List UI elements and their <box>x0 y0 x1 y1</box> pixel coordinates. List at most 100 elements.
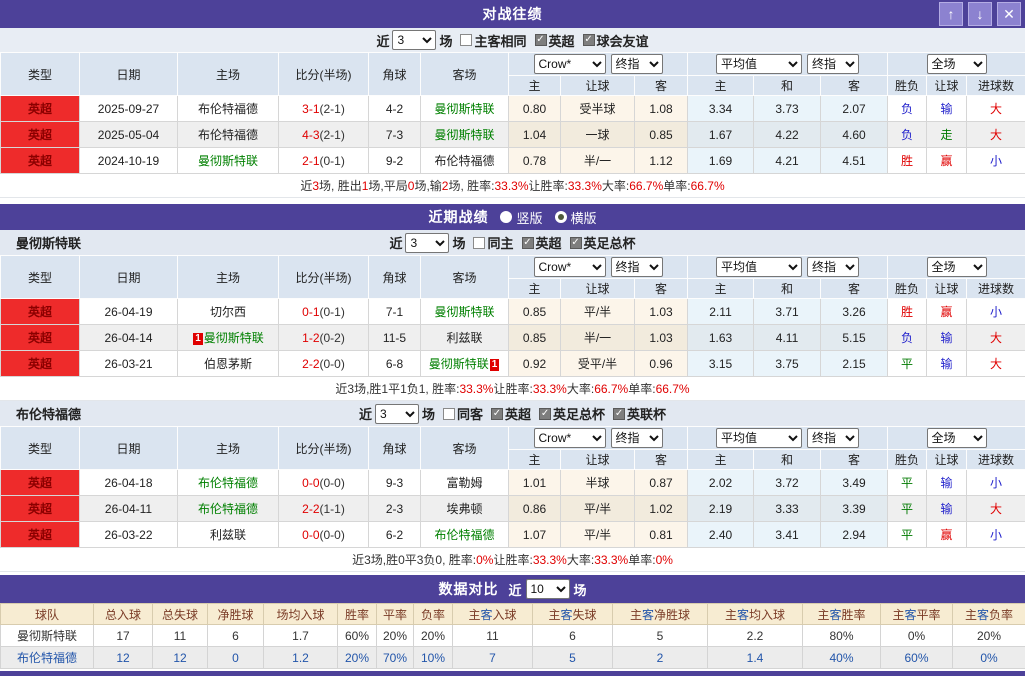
result-value: 胜 <box>901 154 914 168</box>
team-name: 利兹联 <box>446 331 483 345</box>
games-label: 场 <box>421 407 435 422</box>
odds-source-header: 全场 <box>887 52 1025 76</box>
compare-count-select[interactable]: 10 <box>525 579 570 599</box>
half-score: (0-0) <box>319 475 345 490</box>
filter-checkbox-0[interactable]: 主客相同 <box>460 31 527 50</box>
result-value: 平 <box>901 357 914 371</box>
sub-column-header: 和 <box>753 278 822 299</box>
bookmaker-select[interactable]: Crow* <box>533 428 606 448</box>
radio-label: 横版 <box>570 210 597 226</box>
average-select[interactable]: 平均值 <box>716 428 803 448</box>
full-score: 0-0 <box>302 475 320 490</box>
down-arrow-icon: ↓ <box>976 6 984 22</box>
book-final-odds-select[interactable]: 终指 <box>610 54 663 74</box>
layout-radio-0[interactable]: 竖版 <box>500 208 543 227</box>
checkbox-label: 英超 <box>505 407 532 422</box>
filter-controls: 近 3 场同客 ✓ 英超 ✓ 英足总杯 ✓ 英联杯 <box>359 403 666 424</box>
compare-value-cell: 12 <box>93 646 153 669</box>
book-final-odds-select[interactable]: 终指 <box>610 257 663 277</box>
compare-column-header: 球队 <box>0 603 94 625</box>
compare-value-cell: 0 <box>207 646 264 669</box>
date-cell: 2025-05-04 <box>79 121 178 148</box>
away-odds-cell: 1.03 <box>633 324 689 351</box>
summary-segment: 单率: <box>663 179 691 193</box>
summary-segment: 大率: <box>566 553 595 567</box>
team-name: 曼彻斯特联 <box>428 357 489 371</box>
avg-final-odds-select[interactable]: 终指 <box>807 257 860 277</box>
corner-cell: 7-1 <box>368 298 421 325</box>
sub-column-header: 进球数 <box>966 278 1025 299</box>
compare-value-cell: 6 <box>207 624 264 647</box>
filter-checkbox-2[interactable]: ✓ 英足总杯 <box>539 404 605 423</box>
book-final-odds-select[interactable]: 终指 <box>610 428 663 448</box>
date-cell: 2025-09-27 <box>79 95 178 122</box>
score-cell: 1-2(0-2) <box>278 324 369 351</box>
filter-checkbox-2[interactable]: ✓ 英足总杯 <box>569 233 636 252</box>
avg-home-cell: 2.02 <box>687 469 755 496</box>
handicap-result-cell: 赢 <box>926 521 968 548</box>
average-select[interactable]: 平均值 <box>716 54 803 74</box>
filter-checkbox-0[interactable]: 同主 <box>473 233 514 252</box>
sub-column-header: 客 <box>633 75 689 96</box>
filter-checkbox-2[interactable]: ✓ 球会友谊 <box>582 31 649 50</box>
summary-segment: 1 <box>361 178 369 193</box>
move-up-button[interactable]: ↑ <box>939 2 963 26</box>
compare-column-header: 场均入球 <box>263 603 338 625</box>
avg-away-cell: 4.51 <box>820 147 889 174</box>
recent-count-select[interactable]: 3 <box>374 403 419 424</box>
filter-checkbox-0[interactable]: 同客 <box>442 404 483 423</box>
compare-column-header: 主客平率 <box>880 603 953 625</box>
manutd-filter-row: 曼彻斯特联近 3 场同主 ✓ 英超 ✓ 英足总杯 <box>0 230 1025 255</box>
average-select[interactable]: 平均值 <box>716 257 803 277</box>
close-button[interactable]: ✕ <box>997 2 1021 26</box>
sub-column-header: 胜负 <box>887 75 928 96</box>
summary-segment: 66.7% <box>594 381 629 396</box>
match-result-cell: 平 <box>887 469 928 496</box>
half-score: (2-1) <box>319 127 345 142</box>
avg-final-odds-select[interactable]: 终指 <box>807 54 860 74</box>
handicap-cell: 半球 <box>560 469 635 496</box>
result-value: 走 <box>940 128 953 142</box>
goals-result-cell: 大 <box>966 324 1025 351</box>
sub-column-header: 主 <box>508 449 561 470</box>
sub-column-header: 让球 <box>560 449 635 470</box>
layout-radio-1[interactable]: 横版 <box>554 208 597 227</box>
recent-count-select[interactable]: 3 <box>392 30 437 50</box>
scope-select[interactable]: 全场 <box>926 54 987 74</box>
half-score: (0-2) <box>319 330 345 345</box>
odds-source-header: 平均值 终指 <box>687 426 889 450</box>
filter-checkbox-1[interactable]: ✓ 英超 <box>534 31 575 50</box>
summary-segment: 33.3% <box>459 381 494 396</box>
team-name: 曼彻斯特联 <box>197 154 258 168</box>
scope-select[interactable]: 全场 <box>926 428 987 448</box>
move-down-button[interactable]: ↓ <box>968 2 992 26</box>
compare-row: 布伦特福德 12 12 0 1.2 20% 70% 10% 7 5 2 1.4 40% 60% 0% <box>0 646 1025 669</box>
avg-final-odds-select[interactable]: 终指 <box>807 428 860 448</box>
compare-value-cell: 1.4 <box>707 646 803 669</box>
compare-value-cell: 17 <box>93 624 153 647</box>
team-name: 利兹联 <box>209 528 246 542</box>
summary-segment: 33.3% <box>532 552 567 567</box>
full-score: 2-1 <box>302 153 320 168</box>
compare-column-header: 主客失球 <box>532 603 613 625</box>
filter-checkbox-1[interactable]: ✓ 英超 <box>491 404 531 423</box>
bookmaker-select[interactable]: Crow* <box>533 257 606 277</box>
league-cell: 英超 <box>0 298 80 325</box>
match-result-cell: 胜 <box>887 147 928 174</box>
column-header: 类型 <box>0 255 80 299</box>
result-value: 平 <box>901 528 914 542</box>
filter-checkbox-3[interactable]: ✓ 英联杯 <box>613 404 666 423</box>
sub-column-header: 客 <box>820 449 889 470</box>
home-odds-cell: 0.78 <box>508 147 561 174</box>
team-name: 曼彻斯特联 <box>434 128 495 142</box>
scope-select[interactable]: 全场 <box>926 257 987 277</box>
match-row: 英超 26-04-14 1 曼彻斯特联 1-2(0-2) 11-5 利兹联 0.85 半/一 1.… <box>0 324 1025 351</box>
filter-checkbox-1[interactable]: ✓ 英超 <box>521 233 562 252</box>
bookmaker-select[interactable]: Crow* <box>533 54 606 74</box>
recent-count-select[interactable]: 3 <box>405 232 450 253</box>
result-value: 负 <box>901 128 914 142</box>
score-cell: 3-1(2-1) <box>278 95 369 122</box>
compare-value-cell: 10% <box>413 646 453 669</box>
home-odds-cell: 0.92 <box>508 350 561 377</box>
compare-value-cell: 11 <box>152 624 208 647</box>
